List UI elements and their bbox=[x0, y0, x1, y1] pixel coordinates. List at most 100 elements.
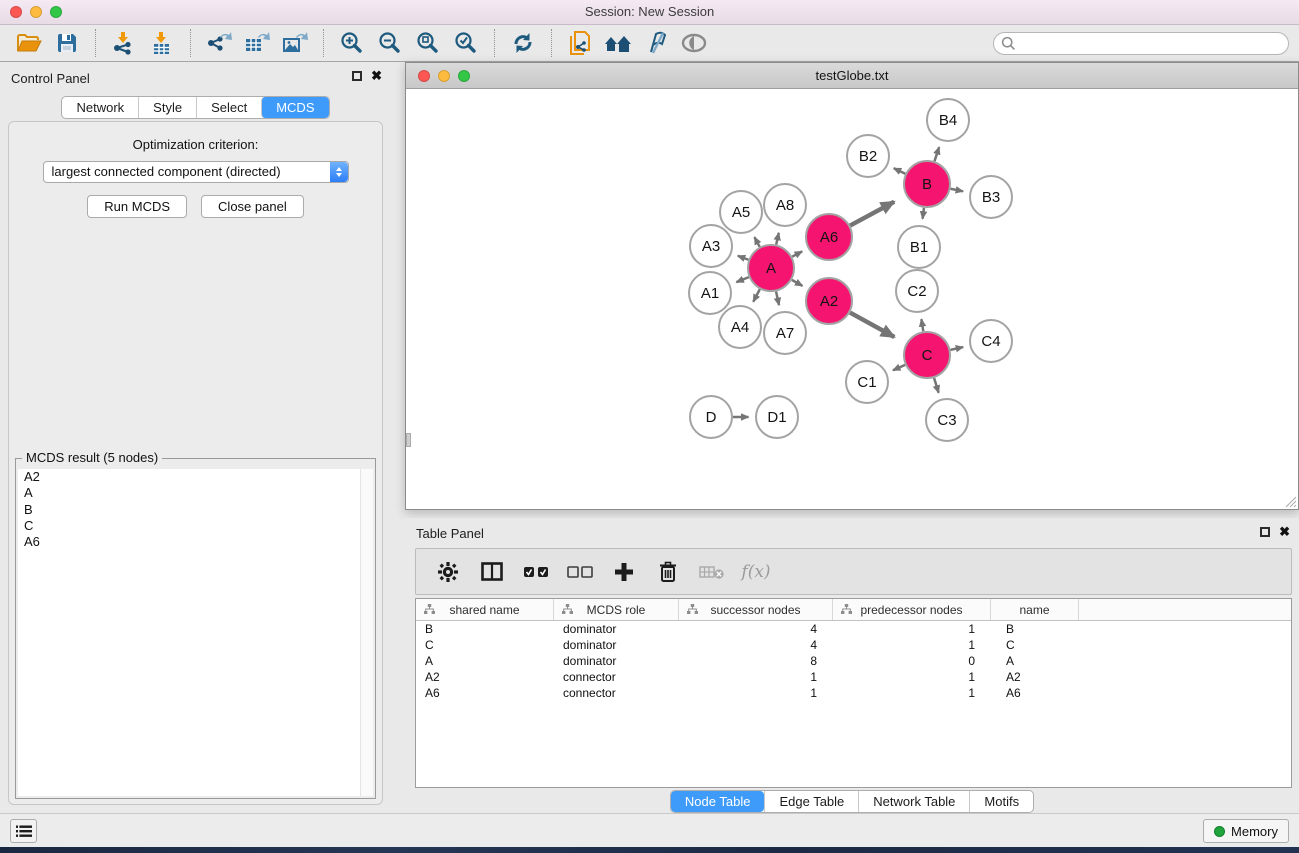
open-session-icon[interactable] bbox=[13, 28, 45, 58]
show-column-selector-icon[interactable] bbox=[470, 554, 514, 590]
result-list-item[interactable]: A2 bbox=[18, 469, 373, 485]
table-row[interactable]: Bdominator41B bbox=[416, 621, 1291, 637]
table-settings-gear-icon[interactable] bbox=[426, 554, 470, 590]
show-hide-graphics-details-icon[interactable] bbox=[640, 28, 672, 58]
export-image-icon[interactable] bbox=[279, 28, 311, 58]
table-cell[interactable]: C bbox=[991, 637, 1079, 653]
tab-motifs[interactable]: Motifs bbox=[969, 791, 1033, 812]
column-header-mcds-role[interactable]: MCDS role bbox=[554, 599, 679, 620]
save-session-icon[interactable] bbox=[51, 28, 83, 58]
graph-edge-A-A6[interactable] bbox=[792, 251, 802, 256]
table-cell[interactable]: 1 bbox=[833, 669, 991, 685]
zoom-in-icon[interactable] bbox=[336, 28, 368, 58]
network-vertical-scroll-thumb[interactable] bbox=[406, 433, 411, 447]
graph-edge-A-A2[interactable] bbox=[792, 280, 803, 286]
graph-edge-C-C2[interactable] bbox=[921, 319, 923, 331]
table-cell[interactable]: 1 bbox=[833, 621, 991, 637]
reset-view-home-icon[interactable] bbox=[602, 28, 634, 58]
column-header-predecessor-nodes[interactable]: predecessor nodes bbox=[833, 599, 991, 620]
graph-edge-A-A1[interactable] bbox=[736, 277, 748, 282]
new-network-from-selection-icon[interactable] bbox=[564, 28, 596, 58]
table-cell[interactable]: dominator bbox=[554, 621, 679, 637]
table-cell[interactable]: A6 bbox=[416, 685, 554, 701]
table-cell[interactable]: A6 bbox=[991, 685, 1079, 701]
refresh-icon[interactable] bbox=[507, 28, 539, 58]
table-cell[interactable]: connector bbox=[554, 685, 679, 701]
table-cell[interactable]: 0 bbox=[833, 653, 991, 669]
graph-edge-C-C4[interactable] bbox=[950, 347, 963, 350]
graph-edge-B-B1[interactable] bbox=[923, 208, 924, 219]
table-cell[interactable]: dominator bbox=[554, 637, 679, 653]
close-panel-icon[interactable]: ✖ bbox=[371, 71, 382, 81]
table-cell[interactable]: B bbox=[416, 621, 554, 637]
table-row[interactable]: A2connector11A2 bbox=[416, 669, 1291, 685]
zoom-window-button[interactable] bbox=[50, 6, 62, 18]
table-row[interactable]: Cdominator41C bbox=[416, 637, 1291, 653]
network-minimize-button[interactable] bbox=[438, 70, 450, 82]
zoom-fit-icon[interactable] bbox=[412, 28, 444, 58]
graph-edge-A2-C[interactable] bbox=[850, 313, 894, 337]
zoom-out-icon[interactable] bbox=[374, 28, 406, 58]
tab-style[interactable]: Style bbox=[138, 97, 196, 118]
search-field[interactable] bbox=[993, 32, 1289, 55]
resize-grip-icon[interactable] bbox=[1284, 495, 1297, 508]
result-list-scrollbar[interactable] bbox=[360, 469, 373, 796]
table-cell[interactable]: 4 bbox=[679, 621, 833, 637]
graph-edge-A-A8[interactable] bbox=[776, 233, 779, 245]
memory-button[interactable]: Memory bbox=[1203, 819, 1289, 843]
table-cell[interactable]: A bbox=[991, 653, 1079, 669]
table-cell[interactable]: 8 bbox=[679, 653, 833, 669]
float-table-panel-icon[interactable] bbox=[1260, 527, 1270, 537]
graph-edge-C-C1[interactable] bbox=[893, 365, 905, 370]
search-input[interactable] bbox=[1016, 34, 1288, 52]
table-cell[interactable]: connector bbox=[554, 669, 679, 685]
deselect-all-columns-icon[interactable] bbox=[558, 554, 602, 590]
table-cell[interactable]: 1 bbox=[679, 669, 833, 685]
import-network-icon[interactable] bbox=[108, 28, 140, 58]
tab-network[interactable]: Network bbox=[62, 97, 138, 118]
table-cell[interactable]: 1 bbox=[833, 685, 991, 701]
table-cell[interactable]: 1 bbox=[679, 685, 833, 701]
show-task-history-button[interactable] bbox=[10, 819, 37, 843]
select-all-columns-icon[interactable] bbox=[514, 554, 558, 590]
graph-edge-B-B3[interactable] bbox=[951, 189, 964, 192]
tab-select[interactable]: Select bbox=[196, 97, 261, 118]
tab-network-table[interactable]: Network Table bbox=[858, 791, 969, 812]
float-panel-icon[interactable] bbox=[352, 71, 362, 81]
result-list-item[interactable]: B bbox=[18, 502, 373, 518]
run-mcds-button[interactable]: Run MCDS bbox=[87, 195, 187, 218]
bird-eye-view-eye-icon[interactable] bbox=[678, 28, 710, 58]
tab-mcds[interactable]: MCDS bbox=[261, 97, 328, 118]
result-list-item[interactable]: A bbox=[18, 485, 373, 501]
graph-edge-A-A3[interactable] bbox=[738, 256, 749, 260]
graph-edge-B-B4[interactable] bbox=[934, 147, 939, 161]
zoom-selected-icon[interactable] bbox=[450, 28, 482, 58]
close-panel-button[interactable]: Close panel bbox=[201, 195, 304, 218]
table-cell[interactable]: C bbox=[416, 637, 554, 653]
minimize-window-button[interactable] bbox=[30, 6, 42, 18]
graph-edge-A-A7[interactable] bbox=[776, 291, 779, 305]
graph-edge-C-C3[interactable] bbox=[934, 378, 939, 393]
graph-edge-B-B2[interactable] bbox=[894, 168, 906, 173]
close-table-panel-icon[interactable]: ✖ bbox=[1279, 527, 1290, 537]
table-cell[interactable]: A2 bbox=[416, 669, 554, 685]
table-cell[interactable]: dominator bbox=[554, 653, 679, 669]
delete-columns-trash-icon[interactable] bbox=[646, 554, 690, 590]
network-zoom-button[interactable] bbox=[458, 70, 470, 82]
tab-edge-table[interactable]: Edge Table bbox=[764, 791, 858, 812]
network-close-button[interactable] bbox=[418, 70, 430, 82]
graph-edge-A-A5[interactable] bbox=[754, 237, 759, 247]
column-header-shared-name[interactable]: shared name bbox=[416, 599, 554, 620]
table-cell[interactable]: A bbox=[416, 653, 554, 669]
close-window-button[interactable] bbox=[10, 6, 22, 18]
export-network-icon[interactable] bbox=[203, 28, 235, 58]
network-canvas[interactable]: B4B2BB3A8A5A6A3B1AA1C2A2A4A7C4CC1C3DD1 bbox=[406, 89, 1298, 509]
table-cell[interactable]: A2 bbox=[991, 669, 1079, 685]
table-row[interactable]: A6connector11A6 bbox=[416, 685, 1291, 701]
tab-node-table[interactable]: Node Table bbox=[671, 791, 765, 812]
column-header-successor-nodes[interactable]: successor nodes bbox=[679, 599, 833, 620]
result-list-item[interactable]: A6 bbox=[18, 534, 373, 550]
column-header-name[interactable]: name bbox=[991, 599, 1079, 620]
table-row[interactable]: Adominator80A bbox=[416, 653, 1291, 669]
result-list-item[interactable]: C bbox=[18, 518, 373, 534]
